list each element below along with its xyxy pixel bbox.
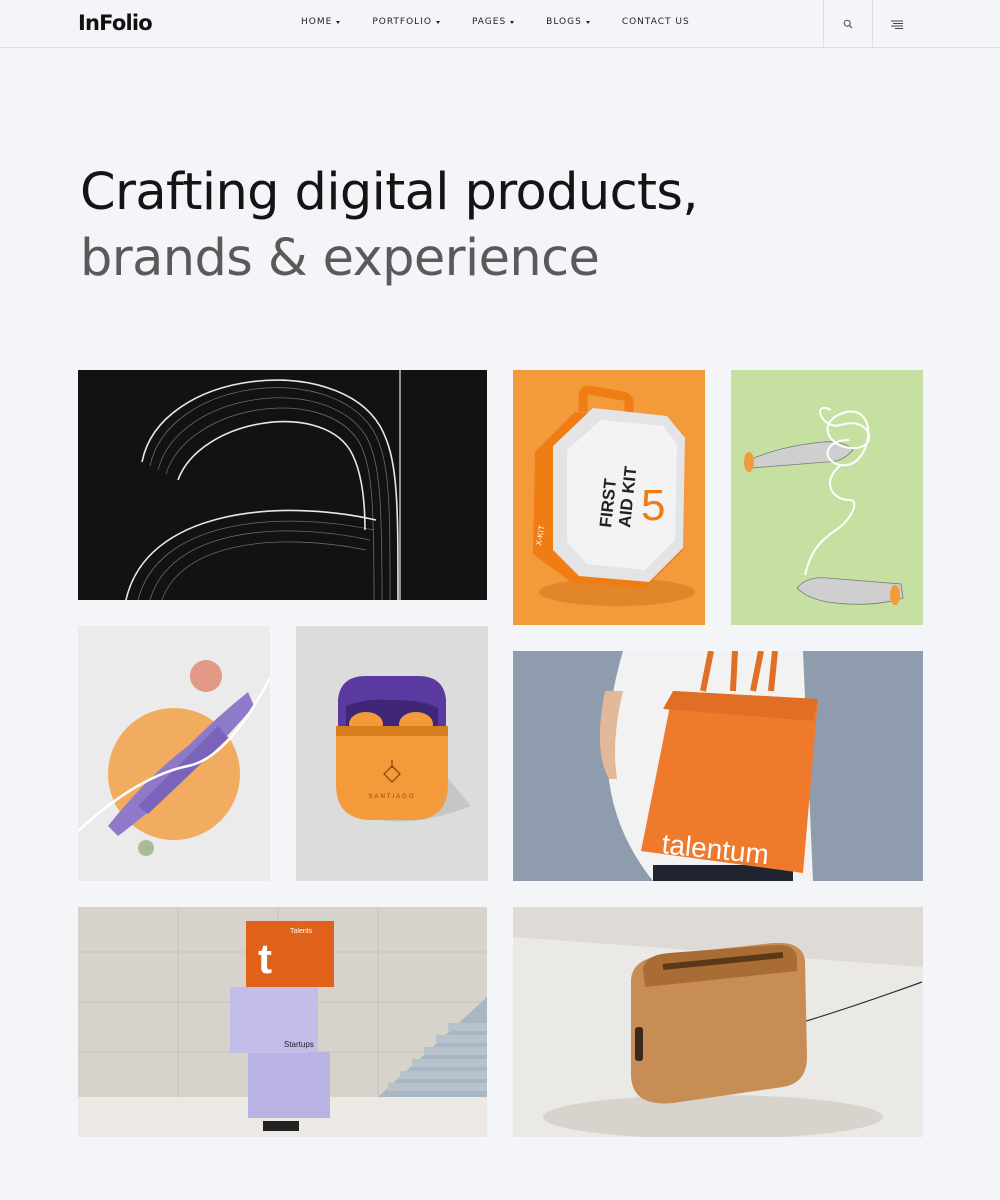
chevron-down-icon	[585, 20, 590, 24]
nav-item-label: PORTFOLIO	[372, 17, 432, 27]
search-button[interactable]	[823, 0, 872, 48]
nav-item-label: BLOGS	[546, 17, 582, 27]
portfolio-item-purple-hands[interactable]	[78, 626, 270, 881]
letter-a-artwork	[125, 370, 487, 600]
portfolio-item-talentum-bag[interactable]: talentum	[513, 651, 923, 881]
box-top-label: Talents	[290, 928, 313, 935]
menu-button[interactable]	[872, 0, 921, 48]
nav-item-blogs[interactable]: BLOGS	[546, 17, 590, 27]
search-icon	[843, 19, 853, 29]
chevron-down-icon	[336, 20, 341, 24]
nav-item-pages[interactable]: PAGES	[471, 17, 515, 27]
nav-item-label: PAGES	[471, 17, 507, 27]
chevron-down-icon	[435, 20, 440, 24]
hero-line-primary: Crafting digital products,	[80, 163, 699, 222]
stacked-boxes-artwork: t Talents Startups	[78, 907, 487, 1137]
earbuds-case-artwork: SANTIAGO	[336, 676, 471, 822]
purple-hands-artwork	[78, 660, 270, 856]
case-brand: SANTIAGO	[368, 794, 415, 800]
nav-item-home[interactable]: HOME	[301, 17, 341, 27]
nav-item-contact-us[interactable]: CONTACT US	[622, 17, 690, 27]
site-header: InFolio HOME PORTFOLIO PAGES BLOGS CONTA…	[0, 0, 1000, 48]
nav-item-label: CONTACT US	[621, 17, 690, 27]
portfolio-item-earbuds-case[interactable]: SANTIAGO	[296, 626, 488, 881]
portfolio-item-first-aid-kit[interactable]: FIRST AID KIT 5 X-KIT	[513, 370, 705, 625]
kit-number: 5	[641, 481, 665, 530]
hero-line-secondary: brands & experience	[80, 229, 600, 288]
first-aid-kit-artwork: FIRST AID KIT 5 X-KIT	[533, 385, 695, 606]
nav-item-label: HOME	[301, 17, 333, 27]
hands-artwork	[744, 407, 904, 605]
portfolio-item-toaster[interactable]	[513, 907, 923, 1137]
tote-bag-artwork: talentum	[513, 651, 923, 881]
hero-heading: Crafting digital products, brands & expe…	[80, 162, 699, 294]
box-letter: t	[258, 935, 272, 982]
chevron-down-icon	[510, 20, 515, 24]
portfolio-item-typography[interactable]	[78, 370, 487, 600]
site-logo[interactable]: InFolio	[78, 11, 153, 35]
toaster-artwork	[513, 907, 923, 1137]
portfolio-item-hands-string[interactable]	[731, 370, 923, 625]
nav-item-portfolio[interactable]: PORTFOLIO	[372, 17, 440, 27]
portfolio-item-stacked-boxes[interactable]: t Talents Startups	[78, 907, 487, 1137]
box-mid-label: Startups	[284, 1040, 314, 1049]
main-nav: HOME PORTFOLIO PAGES BLOGS CONTACT US	[301, 17, 722, 27]
hamburger-menu-icon	[891, 20, 903, 29]
